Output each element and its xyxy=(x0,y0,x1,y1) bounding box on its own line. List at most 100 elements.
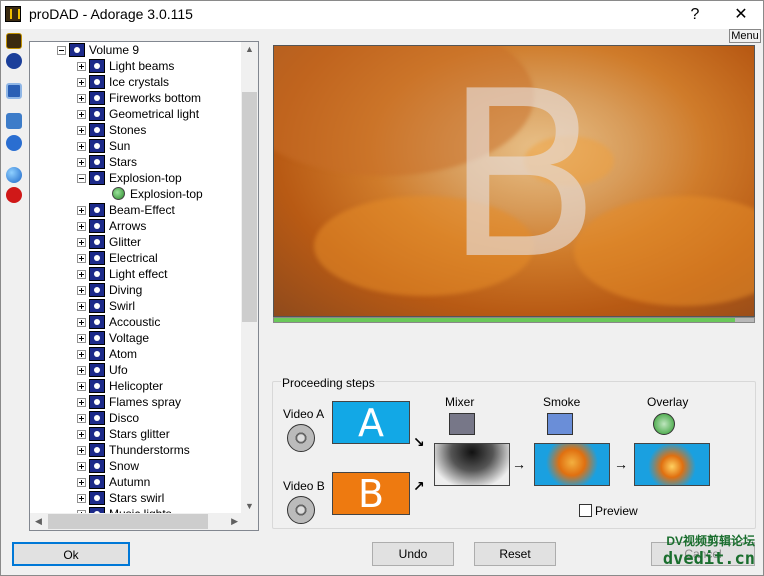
settings-gear-icon[interactable] xyxy=(6,135,22,151)
expand-icon[interactable] xyxy=(77,238,86,247)
tree-item-label: Thunderstorms xyxy=(109,443,190,457)
tree-item-label: Fireworks bottom xyxy=(109,91,202,105)
proceeding-steps-panel: Proceeding steps Video A A Video B B ↘ ↗… xyxy=(272,376,756,529)
expand-icon[interactable] xyxy=(77,430,86,439)
folder-icon xyxy=(89,219,105,233)
expand-icon[interactable] xyxy=(77,302,86,311)
tree-vscroll-thumb[interactable] xyxy=(242,92,257,322)
undo-button[interactable]: Undo xyxy=(372,542,454,566)
overlay-tile[interactable] xyxy=(634,443,710,486)
binoculars-icon[interactable] xyxy=(6,113,22,129)
folder-icon xyxy=(89,123,105,137)
expand-icon[interactable] xyxy=(77,286,86,295)
steps-title: Proceeding steps xyxy=(281,376,376,390)
tree-vertical-scrollbar[interactable]: ▲ ▼ xyxy=(241,42,258,513)
smoke-tile[interactable] xyxy=(534,443,610,486)
tree-item-label: Light beams xyxy=(109,59,175,73)
expand-icon[interactable] xyxy=(77,110,86,119)
globe-icon[interactable] xyxy=(6,167,22,183)
expand-icon[interactable] xyxy=(77,478,86,487)
scroll-down-icon[interactable]: ▼ xyxy=(245,501,254,511)
reset-button[interactable]: Reset xyxy=(474,542,556,566)
expand-icon[interactable] xyxy=(77,334,86,343)
help-button[interactable]: ? xyxy=(673,1,717,29)
folder-icon xyxy=(89,139,105,153)
folder-icon xyxy=(89,475,105,489)
expand-icon[interactable] xyxy=(77,446,86,455)
expand-icon[interactable] xyxy=(77,398,86,407)
folder-icon xyxy=(89,203,105,217)
preview-checkbox[interactable] xyxy=(579,504,592,517)
expand-icon[interactable] xyxy=(77,62,86,71)
monitor-icon[interactable] xyxy=(6,83,22,99)
delete-icon[interactable] xyxy=(6,187,22,203)
tree-item-label: Autumn xyxy=(109,475,151,489)
effects-tree[interactable]: Volume 9 Light beams Ice crystals Fireworks… xyxy=(29,41,259,531)
tree-item-label: Stars glitter xyxy=(109,427,170,441)
scroll-left-icon[interactable]: ◀ xyxy=(35,516,42,527)
folder-icon xyxy=(69,43,85,57)
mixer-label: Mixer xyxy=(445,395,475,409)
arrow-icon: → xyxy=(614,456,628,472)
folder-icon xyxy=(89,395,105,409)
adorage-icon[interactable] xyxy=(6,33,22,49)
tree-item-label: Ufo xyxy=(109,363,128,377)
expand-icon[interactable] xyxy=(77,78,86,87)
preview-label: Preview xyxy=(595,504,638,518)
ok-button[interactable]: Ok xyxy=(12,542,130,566)
menu-button[interactable]: Menu xyxy=(729,29,761,43)
arrow-icon: ↗ xyxy=(413,478,425,494)
tree-item-label: Flames spray xyxy=(109,395,182,409)
folder-icon xyxy=(89,107,105,121)
tree-item-label: Sun xyxy=(109,139,131,153)
help-circle-icon[interactable] xyxy=(6,53,22,69)
watermark: DV视频剪辑论坛 dvedit.cn xyxy=(663,532,755,569)
expand-icon[interactable] xyxy=(77,254,86,263)
tree-item-label: Geometrical light xyxy=(109,107,200,121)
folder-icon xyxy=(89,235,105,249)
title-bar: proDAD - Adorage 3.0.115 ? ✕ xyxy=(1,1,763,29)
scroll-up-icon[interactable]: ▲ xyxy=(245,44,254,54)
collapse-icon[interactable] xyxy=(57,46,66,55)
tree-item-label: Glitter xyxy=(109,235,142,249)
expand-icon[interactable] xyxy=(77,414,86,423)
folder-icon xyxy=(89,427,105,441)
tree-item-label: Snow xyxy=(109,459,140,473)
folder-icon xyxy=(89,379,105,393)
folder-icon xyxy=(89,75,105,89)
expand-icon[interactable] xyxy=(77,270,86,279)
effect-preview: B xyxy=(273,45,755,317)
expand-icon[interactable] xyxy=(77,158,86,167)
mixer-tile[interactable] xyxy=(434,443,510,486)
tree-item-label: Explosion-top xyxy=(130,187,203,201)
scroll-right-icon[interactable]: ▶ xyxy=(231,516,238,527)
expand-icon[interactable] xyxy=(77,222,86,231)
video-b-tile[interactable]: B xyxy=(332,472,410,515)
video-a-tile[interactable]: A xyxy=(332,401,410,444)
tree-item-label: Swirl xyxy=(109,299,135,313)
expand-icon[interactable] xyxy=(77,126,86,135)
expand-icon[interactable] xyxy=(77,462,86,471)
folder-icon xyxy=(89,91,105,105)
expand-icon[interactable] xyxy=(77,366,86,375)
expand-icon[interactable] xyxy=(77,350,86,359)
folder-icon xyxy=(89,59,105,73)
overlay-icon xyxy=(653,413,675,435)
video-a-label: Video A xyxy=(283,407,325,421)
expand-icon[interactable] xyxy=(77,94,86,103)
expand-icon[interactable] xyxy=(77,494,86,503)
expand-icon[interactable] xyxy=(77,382,86,391)
smoke-label: Smoke xyxy=(543,395,581,409)
app-window: proDAD - Adorage 3.0.115 ? ✕ Menu Volume… xyxy=(0,0,764,576)
expand-icon[interactable] xyxy=(77,206,86,215)
expand-icon[interactable] xyxy=(77,142,86,151)
tree-horizontal-scrollbar[interactable]: ◀ ▶ xyxy=(30,513,258,530)
close-button[interactable]: ✕ xyxy=(719,1,763,29)
folder-icon xyxy=(89,299,105,313)
film-reel-icon xyxy=(287,496,315,524)
film-reel-icon xyxy=(287,424,315,452)
expand-icon[interactable] xyxy=(77,318,86,327)
collapse-icon[interactable] xyxy=(77,174,86,183)
video-b-label: Video B xyxy=(283,479,325,493)
tree-hscroll-thumb[interactable] xyxy=(48,514,208,529)
